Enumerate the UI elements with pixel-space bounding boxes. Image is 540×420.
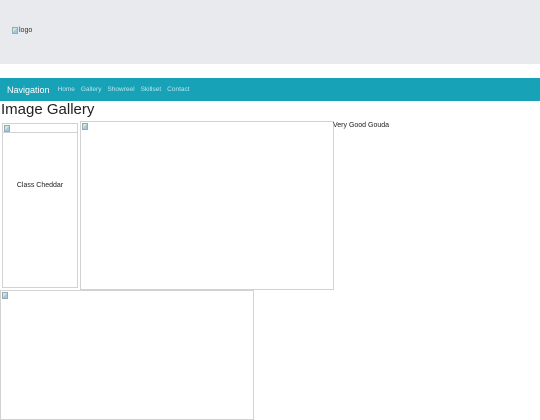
navbar: Navigation Home Gallery Showreel Skillse…: [0, 78, 540, 101]
gallery-image-large[interactable]: [80, 121, 334, 290]
nav-link-showreel[interactable]: Showreel: [107, 86, 134, 93]
broken-image-icon: [2, 292, 8, 299]
broken-image-icon: [82, 123, 88, 130]
image-alt-text: Class Cheddar: [16, 182, 64, 189]
gallery-image-class-cheddar[interactable]: Class Cheddar: [2, 123, 78, 288]
broken-image-icon: [4, 125, 10, 132]
logo-alt-text: logo: [19, 27, 33, 34]
logo[interactable]: logo: [12, 27, 32, 34]
broken-image-icon: [12, 27, 18, 34]
page-title: Image Gallery: [1, 101, 95, 118]
navbar-brand[interactable]: Navigation: [7, 85, 50, 95]
header: logo: [0, 0, 540, 64]
nav-link-home[interactable]: Home: [58, 86, 75, 93]
gallery-image-bottom[interactable]: [0, 290, 254, 420]
gallery-image-very-good-gouda[interactable]: Very Good Gouda: [333, 122, 389, 129]
nav-link-gallery[interactable]: Gallery: [81, 86, 102, 93]
frame-divider: [3, 132, 77, 133]
nav-link-skillset[interactable]: Skillset: [141, 86, 162, 93]
nav-link-contact[interactable]: Contact: [167, 86, 189, 93]
